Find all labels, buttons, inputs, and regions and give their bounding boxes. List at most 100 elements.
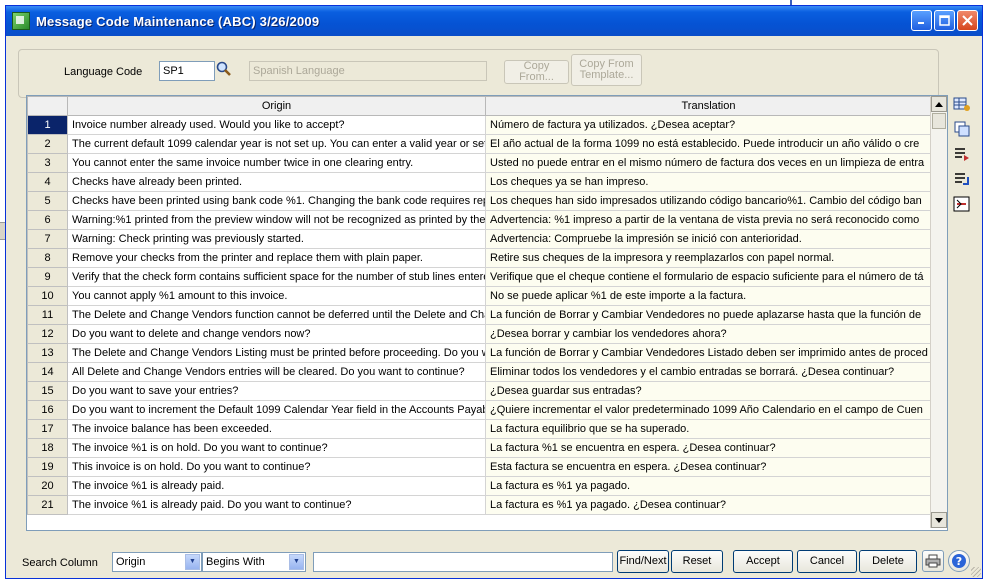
table-row[interactable]: 6 Warning:%1 printed from the preview win…	[27, 210, 932, 230]
origin-cell[interactable]: Checks have been printed using bank code…	[67, 191, 486, 211]
table-row[interactable]: 14 All Delete and Change Vendors entries …	[27, 362, 932, 382]
reset-button[interactable]: Reset	[671, 550, 723, 573]
origin-cell[interactable]: Checks have already been printed.	[67, 172, 486, 192]
translation-column-header[interactable]: Translation	[485, 96, 932, 116]
row-number-cell[interactable]: 13	[27, 343, 68, 363]
minimize-button[interactable]	[911, 10, 932, 31]
translation-cell[interactable]: ¿Desea guardar sus entradas?	[485, 381, 932, 401]
chevron-down-icon[interactable]: ▼	[289, 554, 304, 570]
translation-cell[interactable]: ¿Desea borrar y cambiar los vendedores a…	[485, 324, 932, 344]
origin-cell[interactable]: Verify that the check form contains suff…	[67, 267, 486, 287]
table-row[interactable]: 15 Do you want to save your entries? ¿Dese…	[27, 381, 932, 401]
language-code-input[interactable]: SP1	[159, 61, 215, 81]
origin-cell[interactable]: Do you want to increment the Default 109…	[67, 400, 486, 420]
row-number-cell[interactable]: 15	[27, 381, 68, 401]
table-row[interactable]: 1 Invoice number already used. Would you …	[27, 115, 932, 135]
translation-cell[interactable]: La función de Borrar y Cambiar Vendedore…	[485, 305, 932, 325]
table-row[interactable]: 4 Checks have already been printed. Los ch…	[27, 172, 932, 192]
append-row-icon[interactable]	[953, 171, 971, 187]
row-number-cell[interactable]: 1	[27, 115, 68, 135]
origin-cell[interactable]: Do you want to delete and change vendors…	[67, 324, 486, 344]
scroll-thumb[interactable]	[932, 113, 946, 129]
table-row[interactable]: 21 The invoice %1 is already paid. Do you…	[27, 495, 932, 515]
close-button[interactable]	[957, 10, 978, 31]
table-row[interactable]: 5 Checks have been printed using bank cod…	[27, 191, 932, 211]
magnifier-lookup-icon[interactable]	[215, 60, 233, 78]
app-icon[interactable]	[12, 12, 30, 30]
row-number-cell[interactable]: 4	[27, 172, 68, 192]
translation-cell[interactable]: Eliminar todos los vendedores y el cambi…	[485, 362, 932, 382]
origin-cell[interactable]: The Delete and Change Vendors function c…	[67, 305, 486, 325]
origin-cell[interactable]: You cannot enter the same invoice number…	[67, 153, 486, 173]
origin-cell[interactable]: The invoice balance has been exceeded.	[67, 419, 486, 439]
origin-cell[interactable]: Do you want to save your entries?	[67, 381, 486, 401]
accept-button[interactable]: Accept	[733, 550, 793, 573]
translation-cell[interactable]: Advertencia: Compruebe la impresión se i…	[485, 229, 932, 249]
row-number-cell[interactable]: 21	[27, 495, 68, 515]
translation-cell[interactable]: La función de Borrar y Cambiar Vendedore…	[485, 343, 932, 363]
origin-cell[interactable]: The invoice %1 is already paid.	[67, 476, 486, 496]
row-number-cell[interactable]: 8	[27, 248, 68, 268]
print-button[interactable]	[922, 550, 944, 572]
table-row[interactable]: 13 The Delete and Change Vendors Listing …	[27, 343, 932, 363]
origin-cell[interactable]: The Delete and Change Vendors Listing mu…	[67, 343, 486, 363]
origin-cell[interactable]: The current default 1099 calendar year i…	[67, 134, 486, 154]
origin-cell[interactable]: The invoice %1 is on hold. Do you want t…	[67, 438, 486, 458]
row-number-cell[interactable]: 14	[27, 362, 68, 382]
translation-cell[interactable]: La factura es %1 ya pagado. ¿Desea conti…	[485, 495, 932, 515]
table-row[interactable]: 8 Remove your checks from the printer and…	[27, 248, 932, 268]
translation-cell[interactable]: Usted no puede entrar en el mismo número…	[485, 153, 932, 173]
chevron-down-icon[interactable]: ▼	[185, 554, 200, 570]
row-number-cell[interactable]: 12	[27, 324, 68, 344]
row-number-cell[interactable]: 3	[27, 153, 68, 173]
table-row[interactable]: 2 The current default 1099 calendar year …	[27, 134, 932, 154]
search-value-input[interactable]	[313, 552, 613, 572]
table-row[interactable]: 18 The invoice %1 is on hold. Do you want…	[27, 438, 932, 458]
row-number-cell[interactable]: 19	[27, 457, 68, 477]
translation-cell[interactable]: ¿Quiere incrementar el valor predetermin…	[485, 400, 932, 420]
search-column-select[interactable]: Origin ▼	[112, 552, 202, 572]
origin-cell[interactable]: The invoice %1 is already paid. Do you w…	[67, 495, 486, 515]
translation-cell[interactable]: Advertencia: %1 impreso a partir de la v…	[485, 210, 932, 230]
origin-cell[interactable]: Remove your checks from the printer and …	[67, 248, 486, 268]
row-number-cell[interactable]: 5	[27, 191, 68, 211]
table-row[interactable]: 20 The invoice %1 is already paid. La fact…	[27, 476, 932, 496]
table-row[interactable]: 19 This invoice is on hold. Do you want t…	[27, 457, 932, 477]
row-number-cell[interactable]: 7	[27, 229, 68, 249]
origin-cell[interactable]: Invoice number already used. Would you l…	[67, 115, 486, 135]
scroll-up-button[interactable]	[931, 96, 947, 112]
table-row[interactable]: 10 You cannot apply %1 amount to this inv…	[27, 286, 932, 306]
find-next-button[interactable]: Find/Next	[617, 550, 669, 573]
vertical-scrollbar[interactable]	[930, 96, 947, 528]
search-mode-select[interactable]: Begins With ▼	[202, 552, 306, 572]
table-row[interactable]: 16 Do you want to increment the Default 1…	[27, 400, 932, 420]
delete-row-icon[interactable]	[953, 196, 971, 212]
origin-cell[interactable]: All Delete and Change Vendors entries wi…	[67, 362, 486, 382]
table-row[interactable]: 7 Warning: Check printing was previously …	[27, 229, 932, 249]
row-number-cell[interactable]: 20	[27, 476, 68, 496]
table-row[interactable]: 11 The Delete and Change Vendors function…	[27, 305, 932, 325]
row-number-cell[interactable]: 18	[27, 438, 68, 458]
copy-rows-icon[interactable]	[953, 121, 971, 137]
table-row[interactable]: 12 Do you want to delete and change vendo…	[27, 324, 932, 344]
title-bar[interactable]: Message Code Maintenance (ABC) 3/26/2009	[6, 6, 982, 36]
message-grid[interactable]: Origin Translation 1 Invoice number alrea…	[26, 95, 948, 531]
delete-button[interactable]: Delete	[859, 550, 917, 573]
translation-cell[interactable]: Esta factura se encuentra en espera. ¿De…	[485, 457, 932, 477]
table-row[interactable]: 3 You cannot enter the same invoice numbe…	[27, 153, 932, 173]
translation-cell[interactable]: Los cheques han sido impresados utilizan…	[485, 191, 932, 211]
translation-cell[interactable]: La factura es %1 ya pagado.	[485, 476, 932, 496]
origin-cell[interactable]: This invoice is on hold. Do you want to …	[67, 457, 486, 477]
origin-column-header[interactable]: Origin	[67, 96, 486, 116]
row-number-cell[interactable]: 2	[27, 134, 68, 154]
cancel-button[interactable]: Cancel	[797, 550, 857, 573]
maximize-button[interactable]	[934, 10, 955, 31]
translation-cell[interactable]: Número de factura ya utilizados. ¿Desea …	[485, 115, 932, 135]
table-row[interactable]: 9 Verify that the check form contains suf…	[27, 267, 932, 287]
row-number-cell[interactable]: 10	[27, 286, 68, 306]
origin-cell[interactable]: You cannot apply %1 amount to this invoi…	[67, 286, 486, 306]
origin-cell[interactable]: Warning:%1 printed from the preview wind…	[67, 210, 486, 230]
row-number-cell[interactable]: 11	[27, 305, 68, 325]
row-number-cell[interactable]: 6	[27, 210, 68, 230]
resize-grip[interactable]	[971, 567, 981, 577]
